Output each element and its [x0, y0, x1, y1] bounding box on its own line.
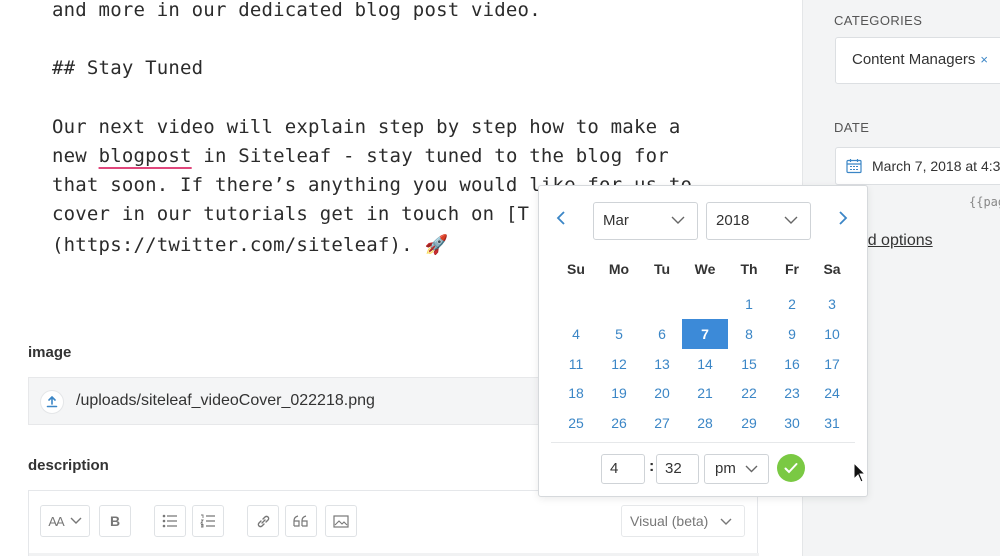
bullet-list-icon	[162, 514, 177, 528]
calendar-day[interactable]: 29	[726, 408, 772, 438]
calendar-day[interactable]: 24	[809, 378, 855, 408]
editor-line: cover in our tutorials get in touch on […	[52, 203, 530, 225]
image-path-value: /uploads/siteleaf_videoCover_022218.png	[76, 392, 375, 409]
calendar-day[interactable]: 15	[726, 349, 772, 379]
image-upload-field[interactable]: /uploads/siteleaf_videoCover_022218.png	[28, 377, 548, 425]
editor-line: Our next video will explain step by step…	[52, 116, 681, 138]
text-size-dropdown[interactable]: AA	[40, 505, 90, 537]
chevron-down-icon	[784, 203, 798, 239]
editor-mode-dropdown[interactable]: Visual (beta)	[621, 505, 745, 537]
calendar-day[interactable]: 27	[639, 408, 685, 438]
weekday-label: Mo	[608, 261, 630, 277]
weekday-label: Fr	[785, 261, 799, 277]
misspelled-word: blogpost	[98, 145, 192, 167]
calendar-day[interactable]: 8	[726, 319, 772, 349]
calendar-day[interactable]: 19	[596, 378, 642, 408]
quote-icon	[293, 515, 308, 527]
calendar-day[interactable]: 10	[809, 319, 855, 349]
editor-heading-line: ## Stay Tuned	[52, 57, 204, 79]
month-select[interactable]: Mar	[593, 202, 698, 240]
image-button[interactable]	[325, 505, 357, 537]
template-hint: {{pag	[969, 195, 1000, 209]
description-field-label: description	[28, 457, 109, 474]
editor-line: new blogpost in Siteleaf - stay tuned to…	[52, 145, 669, 167]
next-month-icon[interactable]	[838, 208, 848, 231]
upload-icon[interactable]	[40, 390, 64, 414]
year-select-value: 2018	[716, 212, 750, 229]
calendar-day[interactable]: 20	[639, 378, 685, 408]
editor-line: (https://twitter.com/siteleaf). 🚀	[52, 234, 449, 256]
calendar-day[interactable]: 11	[553, 349, 599, 379]
categories-label: CATEGORIES	[834, 13, 923, 28]
image-icon	[333, 514, 349, 528]
category-chip: Content Managers ×	[852, 51, 988, 68]
month-select-value: Mar	[603, 212, 629, 229]
calendar-day[interactable]: 31	[809, 408, 855, 438]
weekday-label: Tu	[653, 261, 671, 277]
editor-mode-label: Visual (beta)	[630, 513, 709, 529]
calendar-day[interactable]: 26	[596, 408, 642, 438]
date-input[interactable]: March 7, 2018 at 4:32	[835, 147, 1000, 185]
chevron-down-icon	[70, 517, 82, 524]
weekday-label: We	[694, 261, 716, 277]
editor-line: and more in our dedicated blog post vide…	[52, 0, 541, 21]
calendar-day[interactable]: 6	[639, 319, 685, 349]
numbered-list-button[interactable]	[192, 505, 224, 537]
rich-text-toolbar: AA B Visual (beta)	[28, 490, 759, 556]
weekday-label: Th	[740, 261, 758, 277]
date-value: March 7, 2018 at 4:32	[872, 158, 1000, 174]
year-select[interactable]: 2018	[706, 202, 811, 240]
calendar-icon	[846, 159, 862, 174]
calendar-day[interactable]: 14	[682, 349, 728, 379]
calendar-day[interactable]: 22	[726, 378, 772, 408]
numbered-list-icon	[200, 514, 215, 528]
ampm-select[interactable]: pm	[704, 454, 769, 484]
calendar-day[interactable]: 25	[553, 408, 599, 438]
remove-category-icon[interactable]: ×	[980, 52, 988, 67]
calendar-day[interactable]: 18	[553, 378, 599, 408]
minute-input[interactable]: 32	[656, 454, 699, 484]
bullet-list-button[interactable]	[154, 505, 186, 537]
calendar-day[interactable]: 13	[639, 349, 685, 379]
categories-input[interactable]: Content Managers ×	[835, 37, 1000, 84]
calendar-day[interactable]: 4	[553, 319, 599, 349]
date-label: DATE	[834, 120, 870, 135]
calendar-day[interactable]: 3	[809, 289, 855, 319]
picker-divider	[551, 442, 855, 443]
link-button[interactable]	[247, 505, 279, 537]
calendar-day[interactable]: 5	[596, 319, 642, 349]
time-separator: :	[649, 458, 655, 475]
calendar-day[interactable]: 12	[596, 349, 642, 379]
category-chip-label: Content Managers	[852, 51, 976, 68]
bold-button[interactable]: B	[99, 505, 131, 537]
calendar-day[interactable]: 17	[809, 349, 855, 379]
image-field-label: image	[28, 344, 72, 361]
date-picker-popover: Mar 2018 Su Mo Tu We Th Fr Sa 1 2 3 4 5 6 7 8 9 10 11 12 1…	[538, 185, 868, 497]
quote-button[interactable]	[285, 505, 317, 537]
link-icon	[257, 515, 269, 527]
calendar-day[interactable]: 28	[682, 408, 728, 438]
weekday-label: Sa	[823, 261, 841, 277]
mouse-cursor-icon	[853, 461, 867, 489]
text-size-icon: AA	[48, 513, 64, 529]
calendar-day[interactable]: 1	[726, 289, 772, 319]
calendar-day-selected[interactable]: 7	[682, 319, 728, 349]
chevron-down-icon	[720, 518, 732, 525]
calendar-day[interactable]: 21	[682, 378, 728, 408]
checkmark-icon[interactable]	[777, 454, 805, 482]
chevron-down-icon	[671, 203, 685, 239]
weekday-label: Su	[567, 261, 585, 277]
hour-input[interactable]: 4	[601, 454, 645, 484]
ampm-select-value: pm	[715, 460, 736, 477]
chevron-down-icon	[745, 465, 758, 473]
prev-month-icon[interactable]	[556, 208, 566, 231]
